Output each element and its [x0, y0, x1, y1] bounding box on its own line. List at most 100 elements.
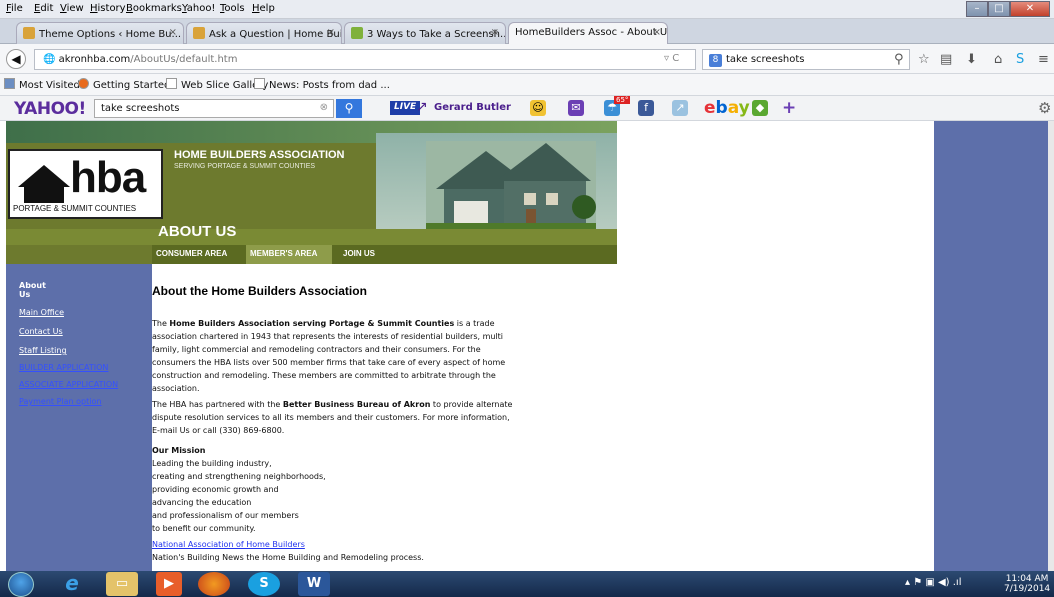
clear-icon[interactable]: ⊗	[320, 102, 328, 113]
mission-section: Our Mission Leading the building industr…	[152, 444, 547, 535]
menu-history[interactable]: History	[90, 3, 126, 14]
ebay-link[interactable]: ebay	[704, 98, 750, 118]
tab-close-icon[interactable]: ×	[491, 27, 499, 38]
bookmark-star-icon[interactable]: ☆	[918, 52, 930, 67]
tab-label: HomeBuilders Assoc - About Us	[515, 27, 668, 38]
tab-ask-question[interactable]: Ask a Question | Home Bui... ×	[186, 22, 342, 44]
tab-strip: Theme Options ‹ Home Bu... × Ask a Questi…	[0, 19, 1054, 57]
scrollbar[interactable]	[1048, 121, 1054, 571]
start-button[interactable]	[8, 572, 34, 597]
ie-icon[interactable]: e	[56, 572, 88, 596]
skype-taskbar-icon[interactable]: S	[248, 572, 280, 596]
mail-icon[interactable]: ✉	[568, 100, 584, 116]
menu-icon[interactable]: ≡	[1038, 52, 1049, 67]
logo-house-base	[24, 187, 64, 203]
bbb-line: to provide alternate	[430, 400, 513, 409]
nav-builder-application[interactable]: BUILDER APPLICATION	[19, 363, 108, 372]
url-bar[interactable]: 🌐 akronhba.com/AboutUs/default.htm	[34, 49, 696, 70]
menu-bar: File Edit View History Bookmarks Yahoo! …	[0, 0, 1054, 19]
nahb-link[interactable]: National Association of Home Builders	[152, 540, 305, 549]
house-image	[426, 141, 596, 229]
facebook-icon[interactable]: f	[638, 100, 654, 116]
intro-text: The	[152, 319, 170, 328]
right-column	[934, 121, 1048, 571]
reading-list-icon[interactable]: ▤	[940, 52, 952, 67]
bookmark-getting-started[interactable]: Getting Started	[78, 78, 170, 91]
yahoo-search-button[interactable]: ⚲	[336, 99, 362, 118]
word-icon[interactable]: W	[298, 572, 330, 596]
bookmark-icon	[254, 78, 265, 89]
tab-screenshot-ways[interactable]: 3 Ways to Take a Screensh... ×	[344, 22, 506, 44]
tab-label: 3 Ways to Take a Screensh...	[367, 29, 506, 40]
menu-view[interactable]: View	[60, 3, 84, 14]
clock-time: 11:04 AM	[1005, 574, 1049, 584]
tab-close-icon[interactable]: ×	[653, 27, 661, 38]
url-path: /AboutUs/default.htm	[130, 54, 238, 65]
mission-line: and professionalism of our members	[152, 511, 299, 520]
nav-main-office[interactable]: Main Office	[19, 308, 64, 317]
minimize-button[interactable]: –	[966, 1, 988, 17]
intro-line: association.	[152, 384, 200, 393]
close-window-button[interactable]: ✕	[1010, 1, 1050, 17]
nav-contact-us[interactable]: Contact Us	[19, 327, 63, 336]
trending-link[interactable]: Gerard Butler	[434, 102, 511, 113]
menu-consumer-area[interactable]: CONSUMER AREA	[156, 249, 227, 258]
tab-close-icon[interactable]: ×	[169, 27, 177, 38]
media-player-icon[interactable]: ▶	[156, 572, 182, 596]
search-icon[interactable]: ⚲	[894, 52, 904, 67]
nahb-text: Nation's Building News the Home Building…	[152, 553, 424, 562]
nav-payment-plan[interactable]: Payment Plan option	[19, 397, 101, 406]
explorer-icon[interactable]: ▭	[106, 572, 138, 596]
back-button[interactable]: ◀	[6, 49, 26, 69]
menu-members-area[interactable]: MEMBER'S AREA	[250, 249, 317, 258]
menu-edit[interactable]: Edit	[34, 3, 53, 14]
gear-icon[interactable]: ⚙	[1038, 99, 1051, 117]
bookmark-news[interactable]: News: Posts from dad ...	[254, 78, 390, 91]
header-band	[6, 229, 617, 245]
menu-yahoo[interactable]: Yahoo!	[182, 3, 215, 14]
nahb-section: National Association of Home Builders Na…	[152, 538, 547, 564]
menu-tools[interactable]: Tools	[220, 3, 245, 14]
yahoo-logo[interactable]: YAHOO!	[14, 99, 86, 119]
mission-line: Leading the building industry,	[152, 459, 272, 468]
clock[interactable]: 11:04 AM 7/19/2014	[1004, 574, 1050, 594]
search-engine-icon[interactable]: 8	[709, 54, 722, 67]
tab-homebuilders[interactable]: HomeBuilders Assoc - About Us ×	[508, 22, 668, 45]
firefox-icon	[78, 78, 89, 89]
skype-icon[interactable]: S	[1016, 52, 1024, 67]
emoji-icon[interactable]: ☺	[530, 100, 546, 116]
nav-staff-listing[interactable]: Staff Listing	[19, 346, 67, 355]
nav-about-us[interactable]: About Us	[19, 281, 59, 299]
finance-icon[interactable]: ↗	[672, 100, 688, 116]
home-icon[interactable]: ⌂	[994, 52, 1002, 67]
association-subtitle: SERVING PORTAGE & SUMMIT COUNTIES	[174, 163, 316, 170]
bbb-bold: Better Business Bureau of Akron	[282, 400, 431, 409]
menu-file[interactable]: File	[6, 3, 23, 14]
bookmark-label: Most Visited	[19, 80, 80, 91]
menu-help[interactable]: Help	[252, 3, 275, 14]
mission-line: to benefit our community.	[152, 524, 256, 533]
tag-icon[interactable]: ◆	[752, 100, 768, 116]
firefox-taskbar-icon[interactable]	[198, 572, 230, 596]
reload-icon[interactable]: ▿ C	[664, 53, 679, 64]
system-tray-icons[interactable]: ▴ ⚑ ▣ ◀) .ıl	[905, 577, 961, 588]
menu-join-us[interactable]: JOIN US	[343, 249, 375, 258]
bookmarks-bar: Most Visited Getting Started Web Slice G…	[0, 74, 1054, 96]
bookmark-web-slice[interactable]: Web Slice Gallery	[166, 78, 268, 91]
bookmark-most-visited[interactable]: Most Visited	[4, 78, 80, 91]
bookmark-label: News: Posts from dad ...	[269, 80, 390, 91]
tab-favicon-icon	[23, 27, 35, 39]
globe-icon: 🌐	[43, 54, 59, 65]
menu-bookmarks[interactable]: Bookmarks	[126, 3, 182, 14]
yahoo-search-input[interactable]: take screeshots ⊗	[94, 99, 334, 118]
tab-theme-options[interactable]: Theme Options ‹ Home Bu... ×	[16, 22, 184, 44]
search-bar[interactable]: 8 take screeshots	[702, 49, 910, 70]
maximize-button[interactable]: □	[988, 1, 1010, 17]
add-icon[interactable]: +	[782, 98, 796, 118]
download-icon[interactable]: ⬇	[966, 52, 977, 67]
nav-associate-application[interactable]: ASSOCIATE APPLICATION	[19, 380, 118, 389]
intro-bold: Home Builders Association serving Portag…	[169, 319, 455, 328]
mission-title: Our Mission	[152, 446, 206, 455]
hba-logo[interactable]: hba PORTAGE & SUMMIT COUNTIES	[8, 149, 163, 219]
tab-close-icon[interactable]: ×	[327, 27, 335, 38]
